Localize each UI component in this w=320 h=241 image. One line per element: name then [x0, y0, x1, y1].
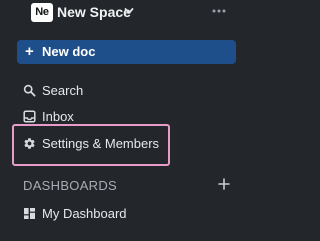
more-options-icon[interactable] [211, 6, 227, 16]
nav-item-label: Inbox [42, 109, 74, 124]
nav-item-search[interactable]: Search [17, 80, 236, 102]
sidebar-header: Ne New Space [0, 0, 246, 26]
new-doc-label: New doc [42, 44, 96, 59]
dashboard-item-my-dashboard[interactable]: My Dashboard [17, 203, 236, 225]
new-doc-button[interactable]: + New doc [17, 40, 236, 64]
dashboard-grid-icon [24, 208, 35, 219]
nav-item-label: Search [42, 83, 84, 98]
nav-item-label: Settings & Members [42, 136, 160, 151]
plus-icon: + [25, 43, 34, 60]
nav-item-settings-members[interactable]: Settings & Members [17, 133, 236, 155]
add-dashboard-icon[interactable] [217, 177, 231, 191]
chevron-down-icon[interactable] [124, 7, 134, 15]
workspace-name[interactable]: New Space [57, 4, 131, 21]
workspace-logo[interactable]: Ne [31, 3, 53, 22]
dashboards-section-header[interactable]: DASHBOARDS [23, 178, 117, 194]
inbox-icon [23, 110, 36, 123]
dashboard-item-label: My Dashboard [42, 206, 127, 221]
gear-icon [24, 138, 35, 149]
search-icon [23, 84, 36, 97]
